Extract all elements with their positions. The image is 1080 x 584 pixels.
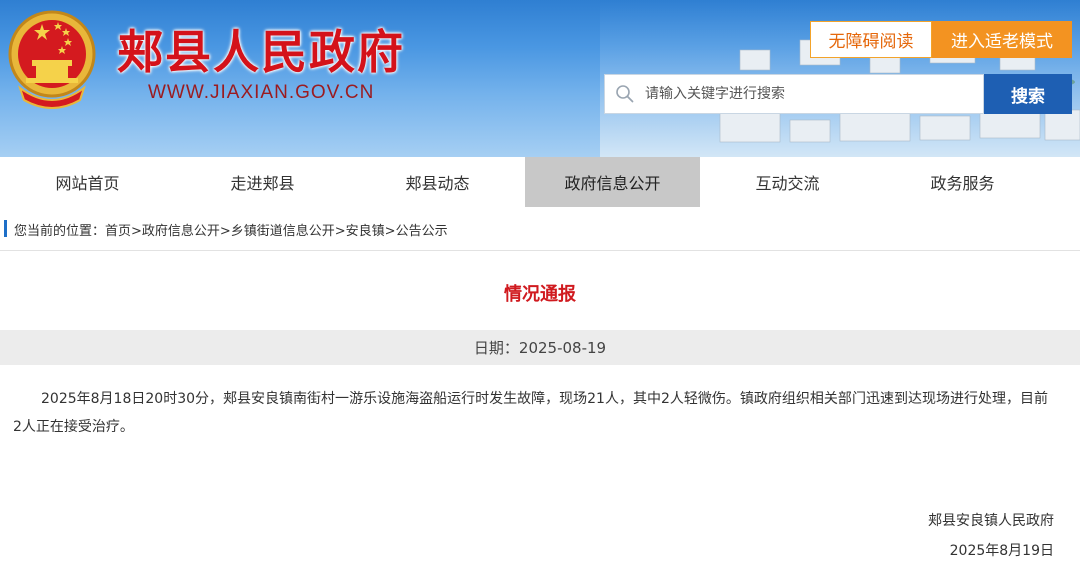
- nav-item-gov-services[interactable]: 政务服务: [875, 157, 1050, 207]
- signature-date: 2025年8月19日: [949, 543, 1054, 559]
- main-nav: 网站首页 走进郏县 郏县动态 政府信息公开 互动交流 政务服务: [0, 157, 1080, 207]
- article-date: 日期：2025-08-19: [0, 330, 1080, 365]
- site-header: 郏县人民政府 WWW.JIAXIAN.GOV.CN 无障碍阅读 进入适老模式 搜…: [0, 0, 1080, 157]
- breadcrumb-bar: 您当前的位置：首页>政府信息公开>乡镇街道信息公开>安良镇>公告公示: [0, 207, 1080, 251]
- signature-org: 郏县安良镇人民政府: [928, 513, 1054, 529]
- article-body: 2025年8月18日20时30分，郏县安良镇南街村一游乐设施海盗船运行时发生故障…: [13, 391, 1048, 435]
- nav-item-about-jiaxian[interactable]: 走进郏县: [175, 157, 350, 207]
- search-button[interactable]: 搜索: [984, 74, 1072, 114]
- search-box: [604, 74, 984, 114]
- national-emblem-logo: [8, 10, 96, 109]
- nav-item-interaction[interactable]: 互动交流: [700, 157, 875, 207]
- site-title: 郏县人民政府: [117, 25, 405, 79]
- nav-item-gov-info-disclosure[interactable]: 政府信息公开: [525, 157, 700, 207]
- site-url: WWW.JIAXIAN.GOV.CN: [148, 82, 375, 103]
- breadcrumb-marker: [4, 220, 7, 237]
- search-input[interactable]: [635, 76, 983, 112]
- accessibility-reading-button[interactable]: 无障碍阅读: [810, 21, 932, 58]
- nav-item-news[interactable]: 郏县动态: [350, 157, 525, 207]
- breadcrumb[interactable]: 您当前的位置：首页>政府信息公开>乡镇街道信息公开>安良镇>公告公示: [14, 220, 448, 239]
- search-icon: [616, 85, 634, 103]
- mode-buttons: 无障碍阅读 进入适老模式: [810, 21, 1072, 58]
- nav-item-home[interactable]: 网站首页: [0, 157, 175, 207]
- elder-mode-button[interactable]: 进入适老模式: [932, 21, 1072, 58]
- article-signature: 郏县安良镇人民政府 2025年8月19日: [928, 506, 1054, 566]
- article-title: 情况通报: [504, 284, 576, 305]
